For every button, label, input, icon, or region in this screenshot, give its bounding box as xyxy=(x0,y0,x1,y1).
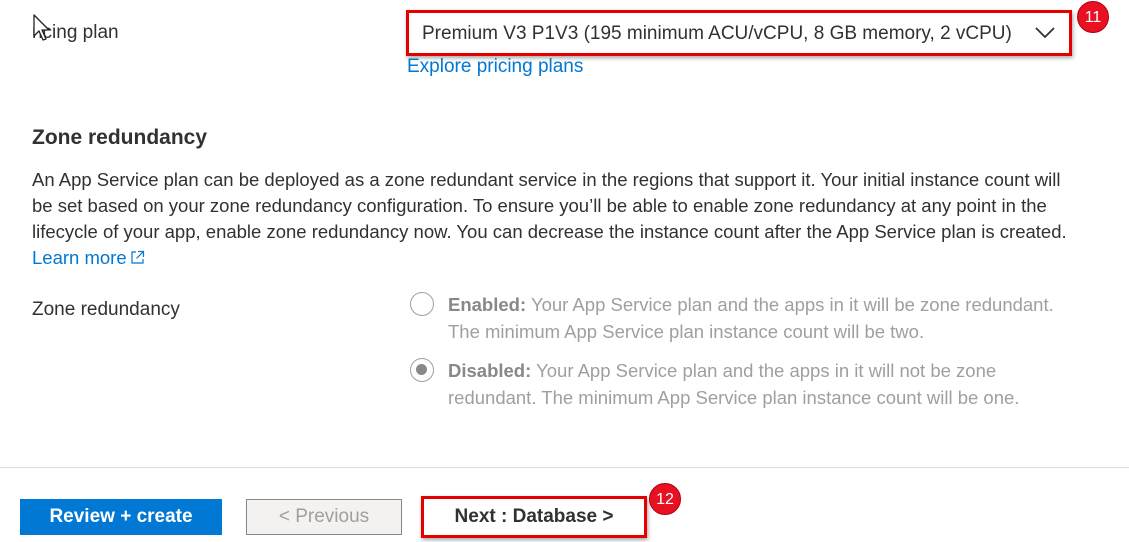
learn-more-link[interactable]: Learn more xyxy=(32,247,145,268)
chevron-down-icon xyxy=(1035,27,1055,39)
zone-redundancy-enabled-radio[interactable] xyxy=(410,292,434,316)
external-link-icon xyxy=(131,250,144,264)
zone-redundancy-description-text: An App Service plan can be deployed as a… xyxy=(32,169,1067,242)
mouse-pointer-icon xyxy=(33,14,50,41)
previous-button[interactable]: < Previous xyxy=(246,499,402,535)
explore-pricing-plans-link[interactable]: Explore pricing plans xyxy=(407,55,583,79)
disabled-option-text: Your App Service plan and the apps in it… xyxy=(448,360,1020,408)
learn-more-label: Learn more xyxy=(32,247,127,268)
zone-redundancy-enabled-option: Enabled: Your App Service plan and the a… xyxy=(448,291,1088,345)
pricing-plan-selected-value: Premium V3 P1V3 (195 minimum ACU/vCPU, 8… xyxy=(422,23,1012,44)
review-create-button[interactable]: Review + create xyxy=(20,499,222,535)
disabled-option-title: Disabled: xyxy=(448,360,532,381)
zone-redundancy-field-label: Zone redundancy xyxy=(32,299,180,320)
zone-redundancy-disabled-option: Disabled: Your App Service plan and the … xyxy=(448,357,1088,411)
annotation-badge-11: 11 xyxy=(1077,1,1109,33)
footer-divider xyxy=(0,467,1129,468)
zone-redundancy-description: An App Service plan can be deployed as a… xyxy=(32,167,1072,271)
enabled-option-title: Enabled: xyxy=(448,294,527,315)
enabled-option-text: Your App Service plan and the apps in it… xyxy=(448,294,1054,342)
annotation-badge-12: 12 xyxy=(649,483,681,515)
zone-redundancy-disabled-radio[interactable] xyxy=(410,358,434,382)
next-database-button[interactable]: Next : Database > xyxy=(421,496,647,538)
pricing-plan-dropdown[interactable]: Premium V3 P1V3 (195 minimum ACU/vCPU, 8… xyxy=(406,10,1072,56)
zone-redundancy-heading: Zone redundancy xyxy=(32,126,208,149)
